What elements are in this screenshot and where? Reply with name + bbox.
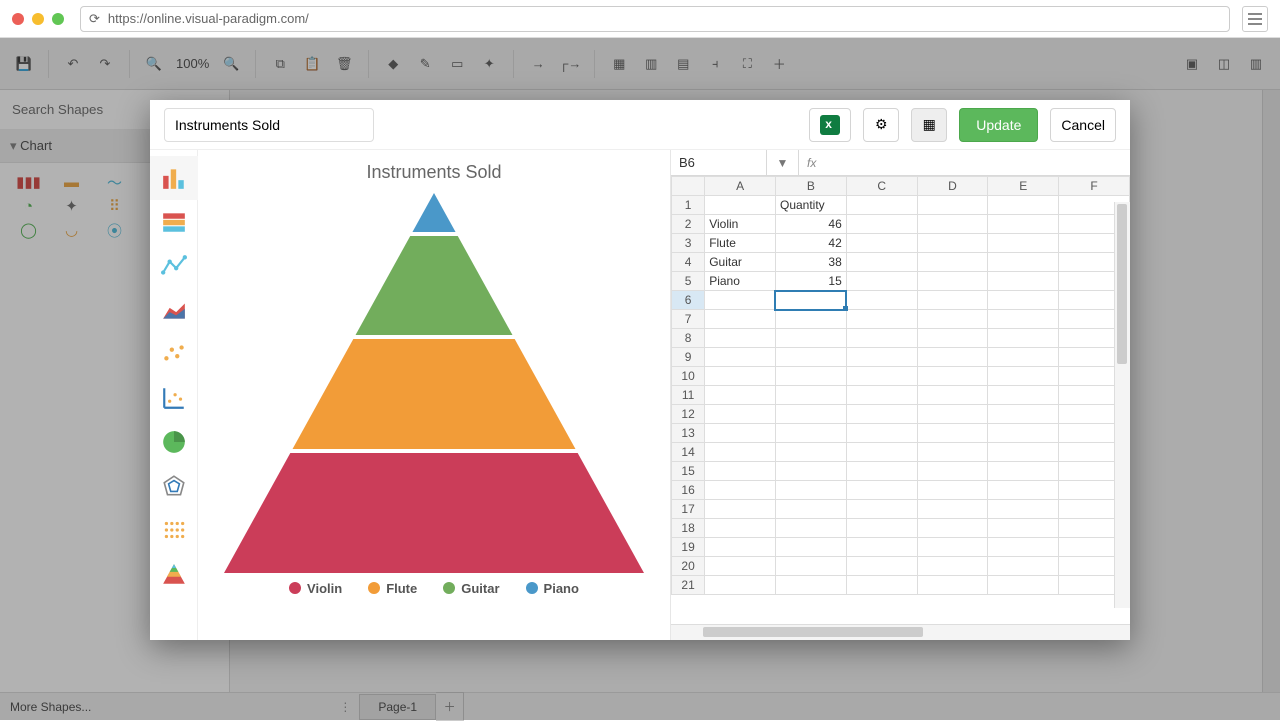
fx-label: fx [807,156,816,170]
type-bar[interactable] [150,156,198,200]
type-pyramid[interactable] [150,552,198,596]
type-area[interactable] [150,288,198,332]
cell-reference[interactable]: B6 [671,150,767,175]
type-dotmatrix[interactable] [150,508,198,552]
formula-input[interactable] [822,150,1130,175]
type-scatter[interactable] [150,332,198,376]
maximize-window[interactable] [52,13,64,25]
pyramid-chart [224,193,644,573]
excel-icon [820,115,840,135]
data-grid-toggle[interactable]: ▦ [911,108,947,142]
window-controls[interactable] [12,13,64,25]
update-button[interactable]: Update [959,108,1038,142]
chart-legend: Violin Flute Guitar Piano [289,581,579,596]
close-window[interactable] [12,13,24,25]
reload-icon[interactable]: ⟳ [89,11,100,27]
minimize-window[interactable] [32,13,44,25]
legend-item: Guitar [443,581,499,596]
type-radar[interactable] [150,464,198,508]
url-text: https://online.visual-paradigm.com/ [108,11,309,26]
chart-type-list [150,150,198,640]
browser-menu-icon[interactable] [1242,6,1268,32]
import-excel-button[interactable] [809,108,851,142]
dialog-header: ⚙ ▦ Update Cancel [150,100,1130,150]
data-spreadsheet: B6 ▼ fx ABCDEF1Quantity2Violin463Flute42… [670,150,1130,640]
sheet-hscroll[interactable] [671,624,1130,640]
sheet-table[interactable]: ABCDEF1Quantity2Violin463Flute424Guitar3… [671,176,1130,595]
settings-button[interactable]: ⚙ [863,108,899,142]
chart-editor-dialog: ⚙ ▦ Update Cancel Instruments Sold Violi… [150,100,1130,640]
legend-item: Flute [368,581,417,596]
legend-item: Violin [289,581,342,596]
chart-title-input[interactable] [164,108,374,142]
chart-preview-title: Instruments Sold [366,162,501,183]
cancel-button[interactable]: Cancel [1050,108,1116,142]
chart-preview: Instruments Sold Violin Flute Guitar Piano [198,150,670,640]
legend-item: Piano [526,581,579,596]
type-scatter-axis[interactable] [150,376,198,420]
browser-chrome: ⟳ https://online.visual-paradigm.com/ [0,0,1280,38]
sheet-vscroll[interactable] [1114,202,1130,608]
gear-icon: ⚙ [875,116,888,133]
url-bar[interactable]: ⟳ https://online.visual-paradigm.com/ [80,6,1230,32]
cell-ref-dropdown-icon[interactable]: ▼ [767,150,799,175]
grid-icon: ▦ [923,116,936,133]
type-pie[interactable] [150,420,198,464]
type-stacked-bar[interactable] [150,200,198,244]
type-line[interactable] [150,244,198,288]
